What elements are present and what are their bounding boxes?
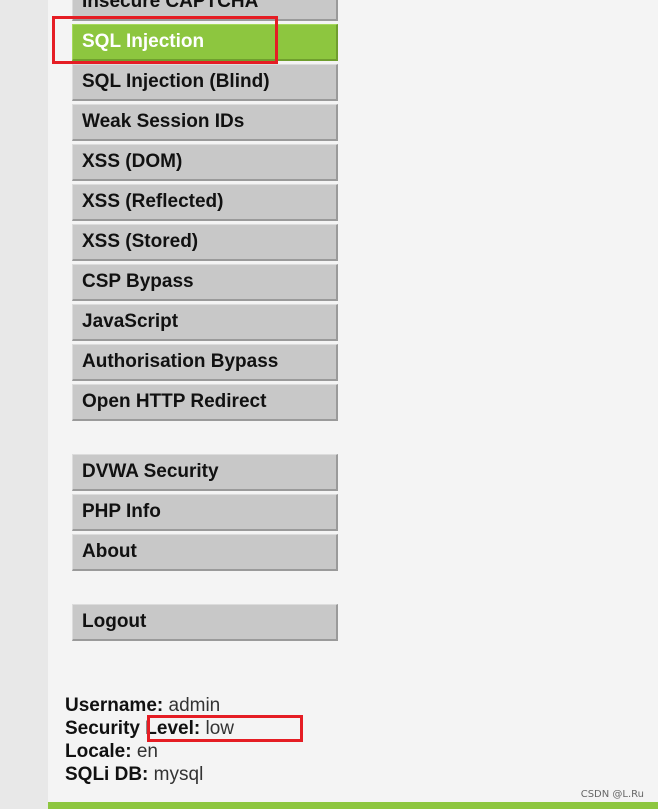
info-security-level: Security Level: low: [65, 718, 234, 739]
menu-item-javascript[interactable]: JavaScript: [72, 304, 338, 341]
dvwa-page: Insecure CAPTCHA SQL Injection SQL Injec…: [0, 0, 658, 809]
menu-item-sql-injection-blind[interactable]: SQL Injection (Blind): [72, 64, 338, 101]
menu-item-xss-reflected[interactable]: XSS (Reflected): [72, 184, 338, 221]
menu-item-open-http-redirect[interactable]: Open HTTP Redirect: [72, 384, 338, 421]
menu-gap: [72, 424, 338, 454]
main-menu: Insecure CAPTCHA SQL Injection SQL Injec…: [72, 0, 338, 644]
menu-group-session: Logout: [72, 604, 338, 641]
watermark: CSDN @L.Ru: [580, 789, 644, 800]
menu-gap: [72, 574, 338, 604]
menu-item-weak-session-ids[interactable]: Weak Session IDs: [72, 104, 338, 141]
menu-item-xss-stored[interactable]: XSS (Stored): [72, 224, 338, 261]
menu-item-php-info[interactable]: PHP Info: [72, 494, 338, 531]
menu-item-sql-injection[interactable]: SQL Injection: [72, 24, 338, 61]
menu-item-csp-bypass[interactable]: CSP Bypass: [72, 264, 338, 301]
menu-item-about[interactable]: About: [72, 534, 338, 571]
info-locale: Locale: en: [65, 741, 158, 762]
menu-item-xss-dom[interactable]: XSS (DOM): [72, 144, 338, 181]
info-username: Username: admin: [65, 695, 221, 716]
menu-item-authorisation-bypass[interactable]: Authorisation Bypass: [72, 344, 338, 381]
menu-group-vulnerabilities: Insecure CAPTCHA SQL Injection SQL Injec…: [72, 0, 338, 421]
left-margin: [0, 0, 48, 809]
menu-item-insecure-captcha[interactable]: Insecure CAPTCHA: [72, 0, 338, 21]
menu-item-logout[interactable]: Logout: [72, 604, 338, 641]
menu-item-dvwa-security[interactable]: DVWA Security: [72, 454, 338, 491]
user-info-panel: Username: admin Security Level: low Loca…: [65, 694, 234, 786]
info-sqli-db: SQLi DB: mysql: [65, 764, 204, 785]
footer-accent-bar: [48, 802, 658, 809]
menu-group-settings: DVWA Security PHP Info About: [72, 454, 338, 571]
